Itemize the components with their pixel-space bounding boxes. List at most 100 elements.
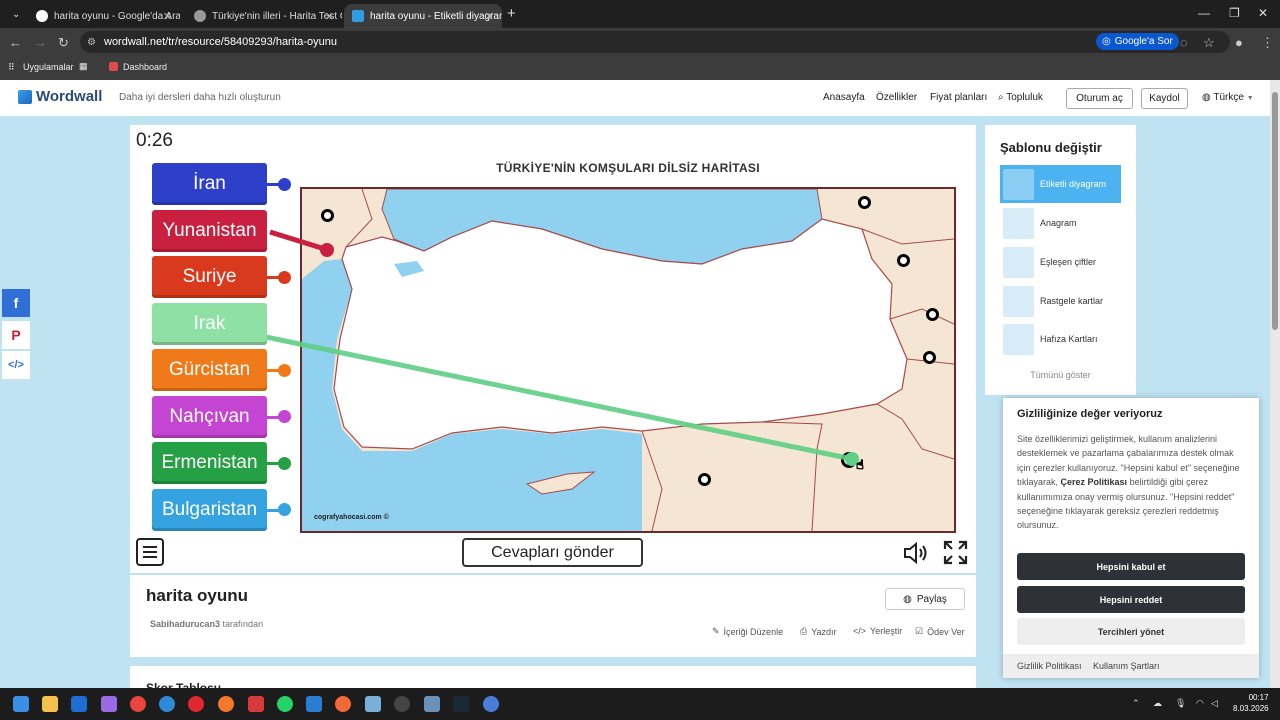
- scrollbar-thumb[interactable]: [1272, 92, 1278, 330]
- show-all-link[interactable]: Tümünü göster: [1000, 370, 1121, 380]
- outlook-icon[interactable]: [71, 696, 87, 712]
- login-button[interactable]: Oturum aç: [1066, 88, 1133, 109]
- whatsapp-icon[interactable]: [277, 696, 293, 712]
- template-item-flash-cards[interactable]: Hafıza Kartları: [1000, 320, 1121, 358]
- site-info-icon[interactable]: ⚙: [87, 37, 96, 48]
- windows-start-icon[interactable]: [13, 696, 29, 712]
- map-target-pin[interactable]: [321, 209, 334, 222]
- label-handle[interactable]: [278, 178, 291, 191]
- signup-button[interactable]: Kaydol: [1141, 88, 1188, 109]
- share-button[interactable]: ◍ Paylaş: [885, 588, 965, 610]
- template-item-random-cards[interactable]: Rastgele kartlar: [1000, 282, 1121, 320]
- label-card[interactable]: Suriye: [152, 256, 267, 298]
- map-target-pin[interactable]: [698, 473, 711, 486]
- minimize-icon[interactable]: —: [1198, 6, 1210, 20]
- tab-search-button[interactable]: ⌄: [4, 6, 24, 22]
- reject-all-button[interactable]: Hepsini reddet: [1017, 586, 1245, 613]
- settings-icon[interactable]: [424, 696, 440, 712]
- app-icon[interactable]: [248, 696, 264, 712]
- submit-answers-button[interactable]: Cevapları gönder: [462, 538, 643, 567]
- accept-all-button[interactable]: Hepsini kabul et: [1017, 553, 1245, 580]
- label-card[interactable]: Yunanistan: [152, 210, 267, 252]
- edge-icon[interactable]: [159, 696, 175, 712]
- back-icon[interactable]: ←: [9, 35, 22, 50]
- label-handle[interactable]: [278, 364, 291, 377]
- embed-share-icon[interactable]: </>: [2, 351, 30, 379]
- template-item-labelled-diagram[interactable]: Etiketli diyagram: [1000, 165, 1121, 203]
- browser-tab[interactable]: Türkiye'nin illeri - Harita Test O... ✕: [186, 4, 342, 28]
- print-link[interactable]: ⎙ Yazdır: [800, 626, 837, 637]
- new-tab-icon[interactable]: +: [507, 5, 516, 22]
- label-card[interactable]: Ermenistan: [152, 442, 267, 484]
- label-card[interactable]: İran: [152, 163, 267, 205]
- map-target-pin[interactable]: [841, 452, 857, 468]
- speaker-icon[interactable]: [903, 542, 929, 564]
- wifi-icon[interactable]: ◠: [1196, 698, 1204, 709]
- wordwall-logo[interactable]: Wordwall: [18, 88, 102, 105]
- star-icon[interactable]: ☆: [1203, 35, 1215, 51]
- pinterest-share-icon[interactable]: P: [2, 321, 30, 349]
- nav-home[interactable]: Anasayfa: [823, 92, 865, 103]
- volume-icon[interactable]: ◁: [1211, 698, 1218, 709]
- map-target-pin[interactable]: [923, 351, 936, 364]
- label-handle[interactable]: [278, 503, 291, 516]
- terms-link[interactable]: Kullanım Şartları: [1093, 661, 1160, 671]
- embed-link[interactable]: </> Yerleştir: [853, 626, 902, 636]
- close-icon[interactable]: ✕: [325, 10, 334, 23]
- nav-features[interactable]: Özellikler: [876, 92, 917, 103]
- close-icon[interactable]: ✕: [485, 10, 494, 23]
- maximize-icon[interactable]: ❐: [1229, 6, 1240, 20]
- bookmark-dashboard[interactable]: Dashboard: [123, 62, 167, 72]
- app-icon[interactable]: [394, 696, 410, 712]
- label-card[interactable]: Nahçıvan: [152, 396, 267, 438]
- label-handle[interactable]: [278, 271, 291, 284]
- firefox-icon[interactable]: [218, 696, 234, 712]
- microphone-icon[interactable]: 🎙: [1175, 698, 1186, 709]
- steam-icon[interactable]: [453, 696, 469, 712]
- file-explorer-icon[interactable]: [42, 696, 58, 712]
- profile-icon[interactable]: ●: [1235, 35, 1243, 50]
- label-card[interactable]: Gürcistan: [152, 349, 267, 391]
- opera-icon[interactable]: [188, 696, 204, 712]
- label-handle[interactable]: [278, 410, 291, 423]
- vscode-icon[interactable]: [306, 696, 322, 712]
- chrome-icon[interactable]: [130, 696, 146, 712]
- close-icon[interactable]: ✕: [163, 10, 172, 23]
- map-target-pin[interactable]: [897, 254, 910, 267]
- label-handle[interactable]: [278, 457, 291, 470]
- manage-preferences-button[interactable]: Tercihleri yönet: [1017, 618, 1245, 645]
- facebook-share-icon[interactable]: f: [2, 289, 30, 317]
- cookie-policy-link[interactable]: Çerez Politikası: [1061, 477, 1128, 487]
- app-icon[interactable]: [483, 696, 499, 712]
- taskbar-clock[interactable]: 00:17 8.03.2026: [1233, 692, 1269, 714]
- edit-content-link[interactable]: ✎ İçeriği Düzenle: [712, 626, 783, 637]
- template-item-matching-pairs[interactable]: Eşleşen çiftler: [1000, 243, 1121, 281]
- language-selector[interactable]: ◍ Türkçe ▼: [1202, 92, 1254, 103]
- bookmark-apps[interactable]: Uygulamalar: [23, 62, 74, 72]
- copilot-icon[interactable]: [101, 696, 117, 712]
- nav-community[interactable]: ⌕ Topluluk: [998, 92, 1043, 103]
- fullscreen-icon[interactable]: [943, 540, 968, 565]
- close-window-icon[interactable]: ✕: [1258, 6, 1268, 20]
- browser-tab-active[interactable]: harita oyunu - Etiketli diyagram ✕: [344, 4, 502, 28]
- forward-icon[interactable]: →: [34, 35, 47, 50]
- browser-tab[interactable]: harita oyunu - Google'da Ara ✕: [28, 4, 180, 28]
- app-icon[interactable]: [335, 696, 351, 712]
- reload-icon[interactable]: ↻: [58, 35, 69, 51]
- assign-link[interactable]: ☑ Ödev Ver: [915, 626, 965, 637]
- google-sor-button[interactable]: ◎ Google'a Sor: [1096, 33, 1179, 50]
- app-icon[interactable]: [365, 696, 381, 712]
- map-target-pin[interactable]: [926, 308, 939, 321]
- chevron-up-icon[interactable]: ⌃: [1132, 698, 1140, 709]
- privacy-policy-link[interactable]: Gizlilik Politikası: [1017, 661, 1082, 671]
- author-name[interactable]: Sabihadurucan3: [150, 619, 220, 629]
- map-target-pin[interactable]: [858, 196, 871, 209]
- eye-off-icon[interactable]: ◌: [1180, 35, 1188, 50]
- label-card[interactable]: Irak: [152, 303, 267, 345]
- template-item-anagram[interactable]: Anagram: [1000, 204, 1121, 242]
- label-card[interactable]: Bulgaristan: [152, 489, 267, 531]
- game-menu-button[interactable]: [136, 538, 164, 566]
- nav-pricing[interactable]: Fiyat planları: [930, 92, 987, 103]
- url-field[interactable]: ⚙ wordwall.net/tr/resource/58409293/hari…: [80, 31, 1230, 53]
- cloud-icon[interactable]: ☁: [1153, 698, 1162, 709]
